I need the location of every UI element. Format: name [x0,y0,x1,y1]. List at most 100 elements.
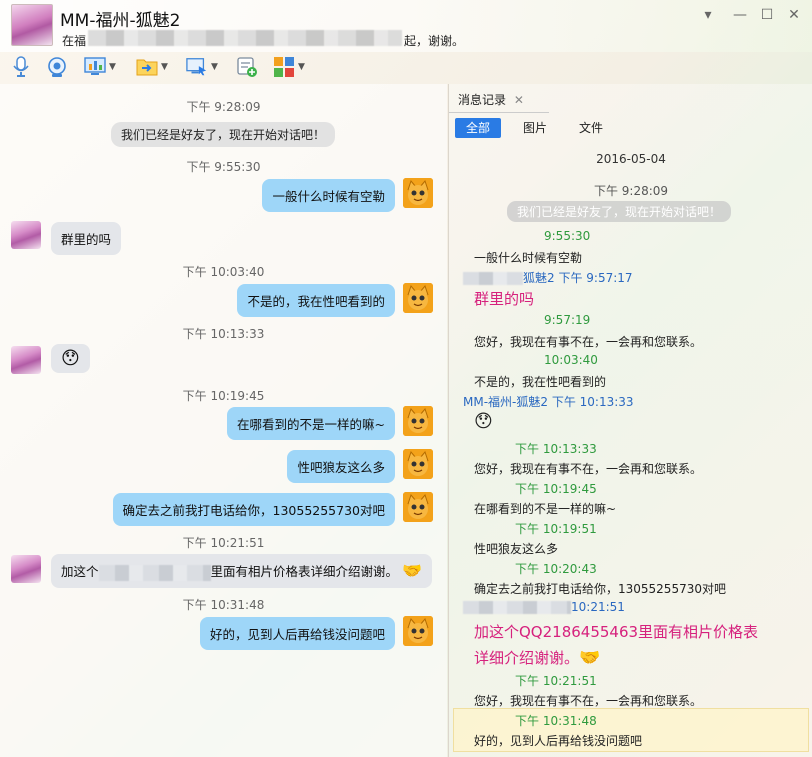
apps-icon [273,56,295,78]
message-text[interactable]: 您好，我现在有事不在，一会再和您联系。 [474,460,812,477]
screen-share-icon [84,56,106,78]
contact-signature-suffix: 起，谢谢。 [404,34,465,48]
microphone-icon [10,56,32,78]
message-time: 下午 10:21:51 [515,674,597,688]
my-avatar[interactable] [403,449,433,479]
history-date: 2016-05-04 [596,152,666,166]
message-text[interactable]: 群里的吗 [474,288,812,309]
message-area[interactable]: 下午 9:28:09 我们已经是好友了，现在开始对话吧！ 下午 9:55:30 … [0,84,447,757]
message-time: 下午 10:19:45 [515,482,597,496]
timestamp: 下午 10:21:51 [182,536,265,550]
contact-signature-prefix: 在福 [62,34,87,48]
message-time: 10:03:40 [544,353,598,367]
my-avatar[interactable] [403,616,433,646]
filter-all[interactable]: 全部 [455,118,501,138]
chat-window: MM-福州-狐魅2 在福 起，谢谢。 ▾ — ☐ ✕ ▼ ▼ ▼ ▼ 下午 9:… [0,0,812,757]
message-text-prefix: 加这个 [61,564,99,579]
timestamp: 下午 9:28:09 [593,184,669,198]
message-text[interactable]: 不是的，我在性吧看到的 [474,373,812,390]
chevron-down-icon[interactable]: ▼ [211,62,218,72]
message-time: 下午 10:13:33 [515,442,597,456]
apps-button[interactable]: ▼ [273,54,305,80]
remote-desktop-icon [186,56,208,78]
screen-share-button[interactable]: ▼ [84,54,116,80]
message-text[interactable]: 您好，我现在有事不在，一会再和您联系。 [474,692,812,709]
sender-line: 10:21:51 [463,600,812,614]
my-avatar[interactable] [403,178,433,208]
message-text[interactable]: 性吧狼友这么多 [474,540,812,557]
message-text[interactable]: 详细介绍谢谢。🤝 [474,647,812,668]
file-transfer-button[interactable]: ▼ [136,54,168,80]
close-icon[interactable]: ✕ [514,93,524,107]
message-bubble-received[interactable]: 加这个 里面有相片价格表详细介绍谢谢。 🤝 [51,554,432,588]
message-bubble-sent[interactable]: 性吧狼友这么多 [287,450,395,483]
redacted-text [98,564,211,581]
filter-images[interactable]: 图片 [515,118,555,138]
message-text[interactable]: 一般什么时候有空勒 [474,249,812,266]
message-text[interactable]: 确定去之前我打电话给你，13055255730对吧 [474,580,812,597]
history-panel: 消息记录 ✕ 全部 图片 文件 2016-05-04 下午 9:28:09 我们… [448,84,812,757]
minimize-button[interactable]: — [730,6,750,24]
surprised-emoji-icon: 😯 [61,348,80,369]
contact-name[interactable]: MM-福州-狐魅2 [60,6,180,31]
my-avatar[interactable] [403,492,433,522]
add-note-icon [236,56,258,78]
contact-avatar-small[interactable] [11,555,41,583]
message-time: 9:55:30 [544,229,591,243]
message-text[interactable]: 在哪看到的不是一样的嘛~ [474,500,812,517]
dropdown-button[interactable]: ▾ [698,6,718,24]
timestamp: 下午 10:03:40 [182,265,265,279]
handshake-emoji-icon: 🤝 [579,648,601,668]
my-avatar[interactable] [403,406,433,436]
tab-message-history[interactable]: 消息记录 ✕ [458,91,524,108]
camera-icon [46,56,68,78]
my-avatar[interactable] [403,283,433,313]
redacted-signature [88,30,402,46]
maximize-button[interactable]: ☐ [757,6,777,24]
message-bubble-received[interactable]: 😯 [51,344,90,373]
voice-call-button[interactable] [10,54,32,80]
message-bubble-sent[interactable]: 好的，见到人后再给钱没问题吧 [199,617,395,650]
sender-line: 狐魅2 下午 9:57:17 [463,269,812,286]
toolbar: ▼ ▼ ▼ ▼ [0,52,812,82]
message-time: 下午 10:31:48 [515,714,597,728]
contact-avatar-small[interactable] [11,346,41,374]
close-button[interactable]: ✕ [784,6,804,24]
timestamp: 下午 10:31:48 [182,598,265,612]
surprised-emoji-icon: 😯 [474,411,493,432]
message-bubble-sent[interactable]: 在哪看到的不是一样的嘛~ [227,407,395,440]
tab-divider [449,112,549,113]
system-message: 我们已经是好友了，现在开始对话吧！ [507,201,732,222]
timestamp: 下午 9:28:09 [186,100,261,114]
handshake-emoji-icon: 🤝 [402,561,422,580]
message-time: 下午 10:20:43 [515,562,597,576]
redacted-text [463,601,571,614]
sender-line: MM-福州-狐魅2 下午 10:13:33 [463,395,634,409]
timestamp: 下午 9:55:30 [186,160,261,174]
contact-avatar[interactable] [11,4,53,46]
message-time: 下午 10:19:51 [515,522,597,536]
chevron-down-icon[interactable]: ▼ [298,62,305,72]
message-time: 9:57:19 [544,313,591,327]
chevron-down-icon[interactable]: ▼ [161,62,168,72]
filter-files[interactable]: 文件 [571,118,611,138]
message-text[interactable]: 加这个QQ2186455463里面有相片价格表 [474,621,812,642]
message-bubble-sent[interactable]: 一般什么时候有空勒 [262,179,395,212]
tab-label: 消息记录 [458,93,507,107]
timestamp: 下午 10:13:33 [182,327,265,341]
message-text[interactable]: 好的，见到人后再给钱没问题吧 [474,732,812,749]
video-call-button[interactable] [46,54,68,80]
message-bubble-received[interactable]: 群里的吗 [51,222,122,255]
chevron-down-icon[interactable]: ▼ [109,62,116,72]
message-text[interactable]: 您好，我现在有事不在，一会再和您联系。 [474,333,812,350]
redacted-text [463,272,523,285]
add-note-button[interactable] [236,54,258,80]
contact-avatar-small[interactable] [11,221,41,249]
message-bubble-sent[interactable]: 确定去之前我打电话给你，13055255730对吧 [112,493,395,526]
remote-desktop-button[interactable]: ▼ [186,54,218,80]
system-message: 我们已经是好友了，现在开始对话吧！ [111,122,336,147]
file-transfer-icon [136,56,158,78]
window-header: MM-福州-狐魅2 在福 起，谢谢。 ▾ — ☐ ✕ [0,0,812,52]
message-text-suffix: 里面有相片价格表详细介绍谢谢。 [210,564,399,579]
message-bubble-sent[interactable]: 不是的，我在性吧看到的 [237,284,395,317]
